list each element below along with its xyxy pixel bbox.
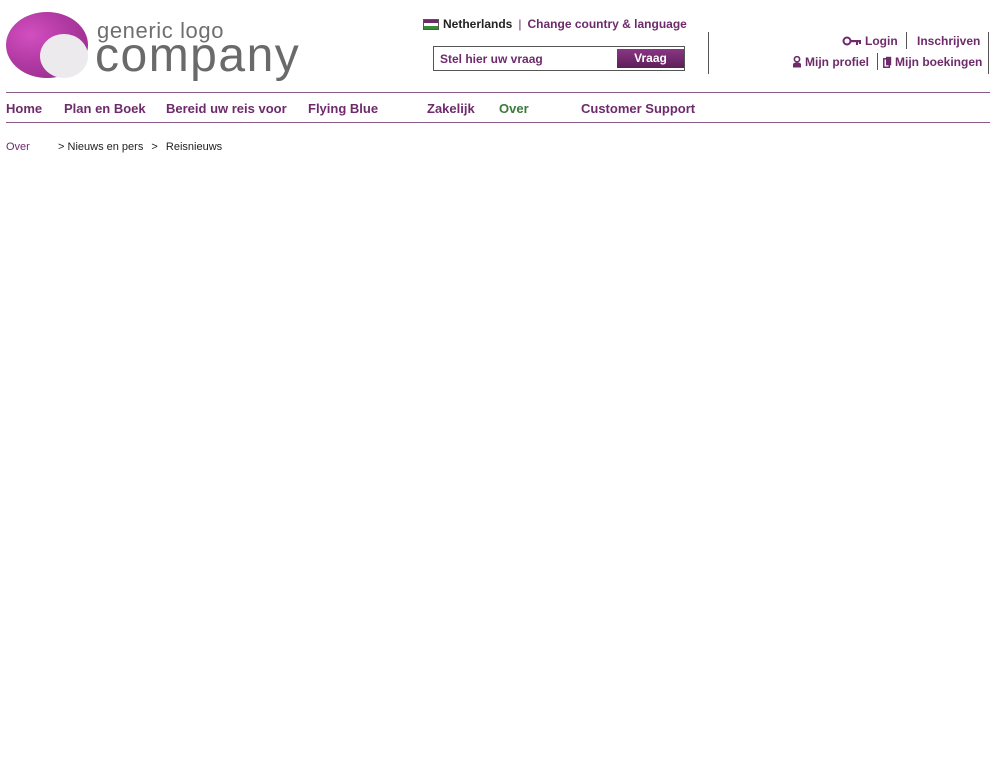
nav-zakelijk[interactable]: Zakelijk [427,101,475,116]
breadcrumb-nieuws-en-pers[interactable]: Nieuws en pers [68,141,144,153]
header-divider [708,32,709,74]
nav-customer-support[interactable]: Customer Support [581,101,695,116]
breadcrumb: > Nieuws en pers > Reisnieuws [58,141,222,153]
flag-icon [423,18,439,30]
nav-home[interactable]: Home [6,101,42,116]
breadcrumb-separator: > [58,141,65,153]
nav-bottom-rule [6,122,990,123]
search-button[interactable]: Vraag [617,49,684,68]
logo-mark [6,12,88,78]
nav-bereid-uw-reis-voor[interactable]: Bereid uw reis voor [166,101,287,116]
my-bookings-label: Mijn boekingen [895,55,983,69]
search-input[interactable] [440,50,608,67]
nav-top-rule [6,92,990,93]
account-divider-bottom [877,53,878,70]
account-divider-right [988,32,989,74]
key-icon [842,36,861,46]
country-separator: | [518,17,522,31]
logo-mark-inner [40,34,88,78]
register-link[interactable]: Inschrijven [917,34,980,48]
nav-over[interactable]: Over [499,101,529,116]
search-box: Vraag [433,46,685,71]
breadcrumb-reisnieuws: Reisnieuws [165,141,223,153]
logo-text-line2: company [95,29,301,82]
country-name: Netherlands [443,17,513,31]
login-label: Login [865,34,898,48]
bookings-icon [883,56,892,68]
change-country-link[interactable]: Change country & language [527,17,686,31]
profile-icon [793,56,801,68]
company-logo[interactable]: generic logo company [6,10,346,82]
my-profile-link[interactable]: Mijn profiel [792,55,869,69]
my-bookings-link[interactable]: Mijn boekingen [883,55,982,69]
my-profile-label: Mijn profiel [805,55,869,69]
breadcrumb-over[interactable]: Over [6,141,30,153]
register-label: Inschrijven [917,34,981,48]
nav-flying-blue[interactable]: Flying Blue [308,101,378,116]
login-link[interactable]: Login [842,34,898,48]
breadcrumb-separator: > [151,141,158,153]
nav-plan-en-boek[interactable]: Plan en Boek [64,101,146,116]
country-selector: Netherlands | Change country & language [423,17,687,31]
account-divider-top [906,32,907,49]
